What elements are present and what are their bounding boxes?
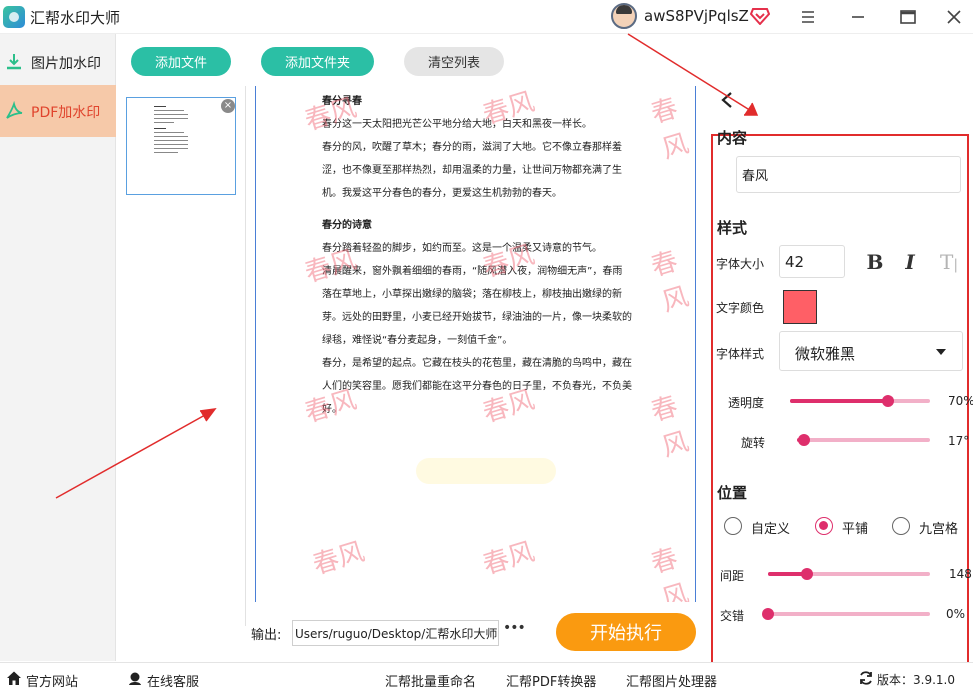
app-window: 汇帮水印大师 awS8PVjPqlsZ 图片加水印 PDF加水印 添加文件 添加… xyxy=(0,0,973,691)
slider-knob[interactable] xyxy=(762,608,774,620)
watermark-text: 春风 xyxy=(647,93,693,166)
rotation-label: 旋转 xyxy=(741,436,766,450)
slider-knob[interactable] xyxy=(800,568,813,580)
watermark-text: 春风 xyxy=(647,246,693,319)
font-family-value: 微软雅黑 xyxy=(795,345,856,363)
doc-paragraph: 春分，是希望的起点。它藏在枝头的花苞里，藏在清脆的鸟鸣中，藏在人们的笑容里。愿我… xyxy=(322,358,632,415)
opacity-slider[interactable] xyxy=(790,395,930,407)
radio-icon xyxy=(724,517,742,535)
customer-service-icon xyxy=(129,672,141,685)
font-size-label: 字体大小 xyxy=(716,257,765,271)
opacity-value: 70% xyxy=(948,394,973,408)
close-icon[interactable] xyxy=(942,5,966,29)
bold-button[interactable]: B xyxy=(864,250,886,274)
watermark-text: 春风 xyxy=(647,543,693,602)
stagger-slider[interactable] xyxy=(762,608,930,620)
menu-icon[interactable] xyxy=(796,5,820,29)
pdf-preview: 春分寻春 春分这一天太阳把光芒公平地分给大地，白天和黑夜一样长。 春分的风，吹醒… xyxy=(255,86,696,602)
file-list: × xyxy=(116,86,246,626)
doc-paragraph: 春分这一天太阳把光芒公平地分给大地，白天和黑夜一样长。 xyxy=(322,119,592,130)
doc-paragraph: 春分的风，吹醒了草木；春分的雨，滋润了大地。它不像立春那样羞涩，也不像夏至那样热… xyxy=(322,142,622,199)
browse-output-button[interactable]: ••• xyxy=(503,620,526,642)
sidebar-item-label: 图片加水印 xyxy=(31,56,101,72)
slider-knob[interactable] xyxy=(882,395,894,407)
content-section-title: 内容 xyxy=(717,129,748,147)
bottom-bar: 官方网站 在线客服 汇帮批量重命名 汇帮PDF转换器 汇帮图片处理器 版本：3.… xyxy=(0,662,973,691)
official-site-link[interactable]: 官方网站 xyxy=(26,671,78,690)
radio-icon xyxy=(892,517,910,535)
minimize-icon[interactable] xyxy=(846,5,870,29)
document-content: 春分寻春 春分这一天太阳把光芒公平地分给大地，白天和黑夜一样长。 春分的风，吹醒… xyxy=(322,90,632,421)
radio-label: 九宫格 xyxy=(919,522,959,537)
stagger-value: 0% xyxy=(946,607,966,621)
doc-paragraph: 清晨醒来，窗外飘着细细的春雨，“随风潜入夜，润物细无声”，春雨落在草地上，小草探… xyxy=(322,266,632,346)
home-icon xyxy=(7,671,21,685)
spacing-slider[interactable] xyxy=(768,568,930,580)
pdf-icon xyxy=(6,101,23,119)
italic-button[interactable]: I xyxy=(899,250,921,274)
sidebar-item-image-watermark[interactable]: 图片加水印 xyxy=(0,36,116,88)
faint-overlay xyxy=(416,458,556,484)
watermark-text: 春风 xyxy=(647,391,693,464)
sidebar: 图片加水印 PDF加水印 xyxy=(0,34,116,661)
back-arrow-icon[interactable] xyxy=(719,90,735,110)
remove-file-button[interactable]: × xyxy=(221,99,235,113)
app-title: 汇帮水印大师 xyxy=(30,9,121,27)
text-color-label: 文字颜色 xyxy=(716,301,765,315)
online-service-link[interactable]: 在线客服 xyxy=(147,671,199,690)
user-avatar[interactable] xyxy=(611,3,637,29)
pdf-converter-link[interactable]: 汇帮PDF转换器 xyxy=(506,671,596,690)
radio-label: 平铺 xyxy=(842,522,869,537)
chevron-down-icon xyxy=(936,349,946,355)
vertical-text-button[interactable]: T| xyxy=(935,250,963,274)
style-section-title: 样式 xyxy=(717,219,748,237)
image-processor-link[interactable]: 汇帮图片处理器 xyxy=(626,671,717,690)
sidebar-item-label: PDF加水印 xyxy=(31,105,101,121)
slider-knob[interactable] xyxy=(797,434,810,446)
batch-rename-link[interactable]: 汇帮批量重命名 xyxy=(385,671,476,690)
slider-fill xyxy=(790,399,888,403)
refresh-icon[interactable] xyxy=(858,670,874,686)
app-logo-icon xyxy=(3,6,25,28)
rotation-value: 17° xyxy=(948,434,970,448)
vertical-text-label: T xyxy=(939,250,954,274)
watermark-text-input[interactable] xyxy=(736,156,961,193)
text-color-swatch[interactable] xyxy=(783,290,817,324)
font-size-input[interactable] xyxy=(779,245,845,278)
file-thumbnail[interactable]: × xyxy=(126,97,236,195)
add-file-button[interactable]: 添加文件 xyxy=(131,47,231,76)
output-label: 输出: xyxy=(251,628,282,643)
radio-selected-icon xyxy=(815,517,833,535)
opacity-label: 透明度 xyxy=(728,396,765,410)
watermark-text: 春风 xyxy=(479,536,538,581)
vip-diamond-icon[interactable] xyxy=(750,7,770,25)
position-section-title: 位置 xyxy=(717,484,748,502)
maximize-icon[interactable] xyxy=(896,5,920,29)
download-icon xyxy=(7,54,21,70)
stagger-label: 交错 xyxy=(720,609,745,623)
doc-paragraph: 春分踏着轻盈的脚步，如约而至。这是一个温柔又诗意的节气。 xyxy=(322,243,602,254)
clear-list-button[interactable]: 清空列表 xyxy=(404,47,504,76)
output-path-field[interactable]: Users/ruguo/Desktop/汇帮水印大师 xyxy=(292,620,499,646)
doc-heading: 春分的诗意 xyxy=(322,220,372,231)
spacing-value: 148 xyxy=(949,567,972,581)
start-button[interactable]: 开始执行 xyxy=(556,613,696,651)
add-folder-button[interactable]: 添加文件夹 xyxy=(261,47,374,76)
thumbnail-page-preview xyxy=(152,104,212,160)
font-family-select[interactable]: 微软雅黑 xyxy=(779,331,963,371)
sidebar-item-pdf-watermark[interactable]: PDF加水印 xyxy=(0,85,116,137)
vertical-bar-icon: | xyxy=(953,257,959,273)
watermark-text: 春风 xyxy=(309,536,368,581)
version-label: 版本：3.9.1.0 xyxy=(877,673,955,687)
title-bar: 汇帮水印大师 awS8PVjPqlsZ xyxy=(0,0,973,34)
rotation-slider[interactable] xyxy=(797,434,930,446)
doc-heading: 春分寻春 xyxy=(322,96,362,107)
radio-label: 自定义 xyxy=(751,522,791,537)
font-style-label: 字体样式 xyxy=(716,347,765,361)
user-name[interactable]: awS8PVjPqlsZ xyxy=(644,7,749,25)
spacing-label: 间距 xyxy=(720,569,745,583)
